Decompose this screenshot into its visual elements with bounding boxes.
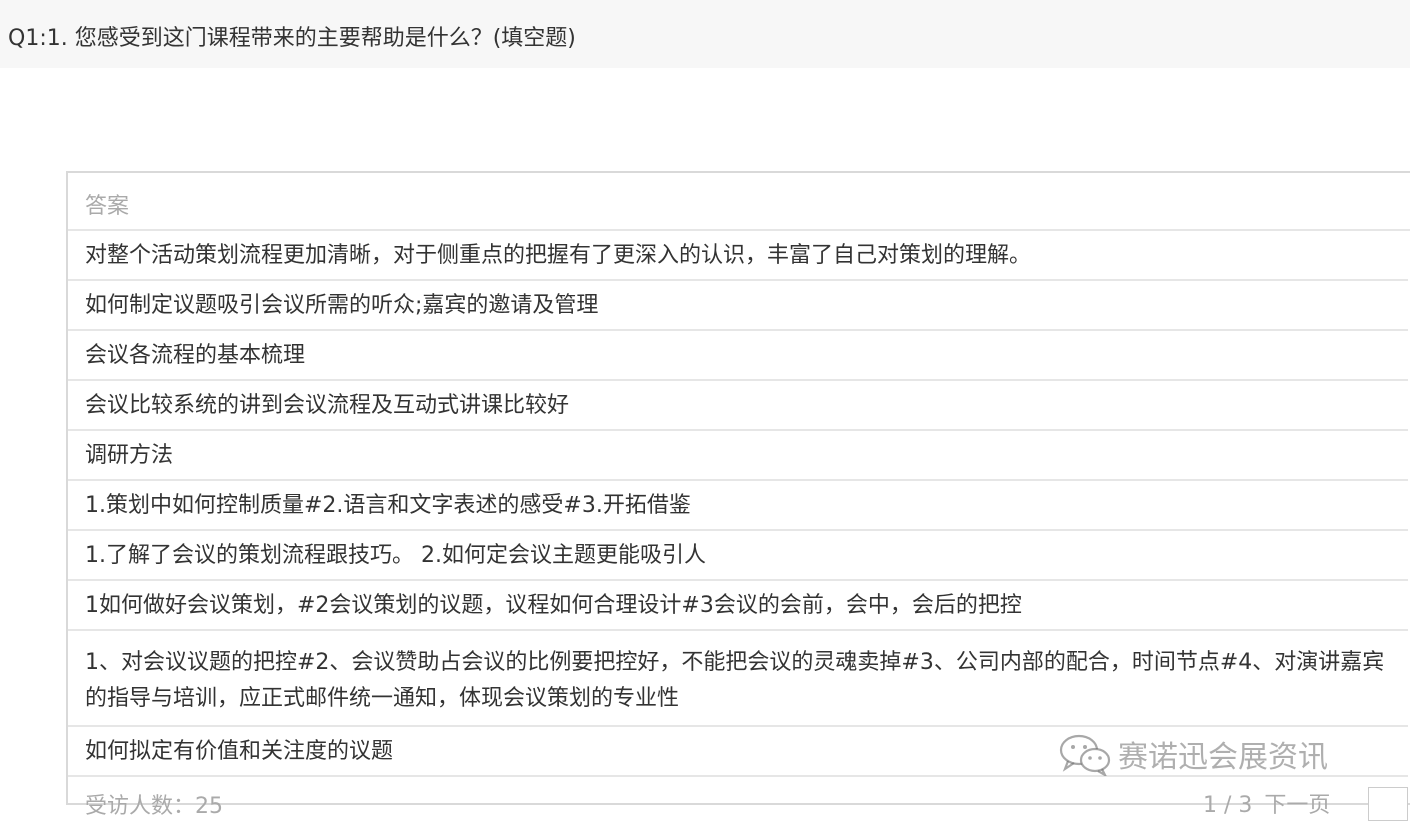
answer-row: 调研方法 [68,431,1408,481]
answer-row: 如何拟定有价值和关注度的议题 [68,727,1408,777]
answer-row: 会议比较系统的讲到会议流程及互动式讲课比较好 [68,381,1408,431]
page-jump-input[interactable] [1368,787,1408,821]
answers-table: 答案 对整个活动策划流程更加清晰，对于侧重点的把握有了更深入的认识，丰富了自己对… [66,171,1410,821]
answer-list: 对整个活动策划流程更加清晰，对于侧重点的把握有了更深入的认识，丰富了自己对策划的… [68,231,1410,777]
question-title: Q1:1. 您感受到这门课程带来的主要帮助是什么？(填空题) [0,0,1410,68]
pagination: 1 / 3 下一页 [1203,787,1330,819]
next-page-link[interactable]: 下一页 [1264,793,1330,818]
page-indicator: 1 / 3 [1203,793,1253,818]
answer-row: 会议各流程的基本梳理 [68,331,1408,381]
answer-row: 1、对会议议题的把控#2、会议赞助占会议的比例要把控好，不能把会议的灵魂卖掉#3… [68,631,1408,727]
column-header-answer: 答案 [68,173,1410,231]
answer-row: 1如何做好会议策划，#2会议策划的议题，议程如何合理设计#3会议的会前，会中，会… [68,581,1408,631]
answer-row: 如何制定议题吸引会议所需的听众;嘉宾的邀请及管理 [68,281,1408,331]
table-footer: 受访人数：25 1 / 3 下一页 [68,777,1410,831]
answer-row: 1.了解了会议的策划流程跟技巧。 2.如何定会议主题更能吸引人 [68,531,1408,581]
answer-row: 对整个活动策划流程更加清晰，对于侧重点的把握有了更深入的认识，丰富了自己对策划的… [68,231,1408,281]
answer-row: 1.策划中如何控制质量#2.语言和文字表述的感受#3.开拓借鉴 [68,481,1408,531]
respondents-label: 受访人数： [85,794,196,819]
respondents-count: 25 [195,794,224,819]
